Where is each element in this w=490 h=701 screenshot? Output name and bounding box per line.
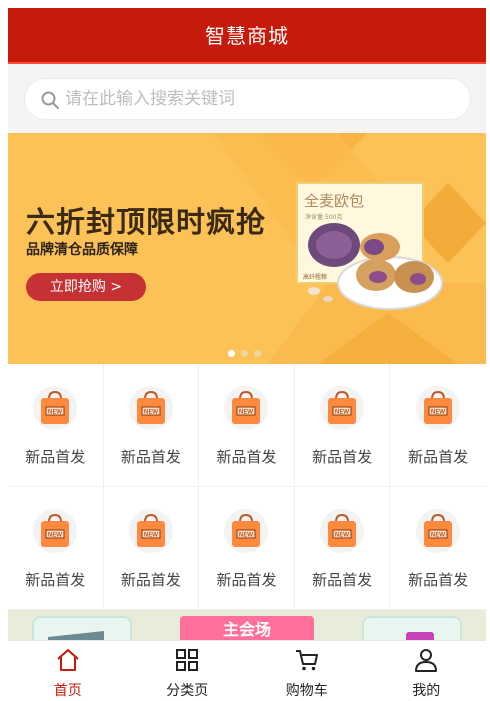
carousel-indicators <box>228 342 267 361</box>
category-label: 新品首发 <box>408 571 469 589</box>
home-icon <box>57 649 79 671</box>
bread-product-image <box>308 223 443 310</box>
new-badge: NEW <box>335 409 349 416</box>
new-badge: NEW <box>144 409 158 416</box>
search-icon <box>41 91 59 109</box>
app-frame: 智慧商城 六折封顶限时疯抢 品牌清仓品质保障 立即抢购 > 全麦欧包 净含量:5… <box>8 8 486 701</box>
search-input[interactable] <box>65 79 445 119</box>
category-item[interactable]: NEW 新品首发 <box>103 364 200 487</box>
promo-banner[interactable]: 六折封顶限时疯抢 品牌清仓品质保障 立即抢购 > 全麦欧包 净含量:500克 高… <box>8 133 486 364</box>
shopping-bag-icon: NEW <box>136 390 165 424</box>
banner-title: 六折封顶限时疯抢 <box>26 205 267 239</box>
new-badge: NEW <box>431 532 445 539</box>
bottom-tab-bar: 首页 分类页 购物车 我的 <box>8 640 486 701</box>
new-badge: NEW <box>48 409 62 416</box>
product-name: 全麦欧包 <box>304 192 365 210</box>
category-label: 新品首发 <box>216 571 277 589</box>
category-item[interactable]: NEW 新品首发 <box>8 487 104 610</box>
search-bar[interactable] <box>24 78 471 120</box>
category-item[interactable]: NEW 新品首发 <box>103 487 200 610</box>
cart-icon <box>295 650 318 671</box>
category-label: 新品首发 <box>120 571 181 589</box>
category-label: 新品首发 <box>408 448 469 466</box>
category-item[interactable]: NEW 新品首发 <box>390 364 486 487</box>
category-icon-bg: NEW <box>320 509 365 553</box>
category-icon-bg: NEW <box>416 386 461 430</box>
category-label: 新品首发 <box>312 571 373 589</box>
category-icon-bg: NEW <box>224 386 269 430</box>
shopping-bag-icon: NEW <box>328 390 357 424</box>
new-badge: NEW <box>239 409 253 416</box>
shopping-bag-icon: NEW <box>232 390 261 424</box>
shopping-bag-icon: NEW <box>136 513 165 547</box>
tab-cart[interactable]: 购物车 <box>247 641 367 701</box>
page-title: 智慧商城 <box>205 24 289 48</box>
tab-label: 分类页 <box>166 683 209 699</box>
shopping-bag-icon: NEW <box>41 513 70 547</box>
category-icon-bg: NEW <box>416 509 461 553</box>
category-label: 新品首发 <box>25 571 86 589</box>
category-icon-bg: NEW <box>224 509 269 553</box>
shopping-bag-icon: NEW <box>232 513 261 547</box>
new-badge: NEW <box>239 532 253 539</box>
category-label: 新品首发 <box>216 448 277 466</box>
grid-icon <box>176 649 199 671</box>
category-item[interactable]: NEW 新品首发 <box>8 364 104 487</box>
category-label: 新品首发 <box>312 448 373 466</box>
shopping-bag-icon: NEW <box>41 390 70 424</box>
search-area <box>8 66 486 133</box>
category-item[interactable]: NEW 新品首发 <box>199 487 295 610</box>
new-badge: NEW <box>48 532 62 539</box>
category-icon-bg: NEW <box>128 386 173 430</box>
app-header: 智慧商城 <box>8 8 486 64</box>
category-icon-bg: NEW <box>33 386 78 430</box>
category-label: 新品首发 <box>120 448 181 466</box>
category-label: 新品首发 <box>25 448 86 466</box>
tab-label: 首页 <box>53 683 82 699</box>
buy-now-button[interactable]: 立即抢购 > <box>26 273 146 301</box>
tab-label: 我的 <box>412 683 441 699</box>
tab-home[interactable]: 首页 <box>8 641 128 701</box>
tab-category[interactable]: 分类页 <box>128 641 248 701</box>
tab-label: 购物车 <box>285 683 328 699</box>
category-item[interactable]: NEW 新品首发 <box>294 364 391 487</box>
category-icon-bg: NEW <box>33 509 78 553</box>
shopping-bag-icon: NEW <box>424 513 453 547</box>
category-icon-bg: NEW <box>320 386 365 430</box>
shopping-bag-icon: NEW <box>424 390 453 424</box>
category-item[interactable]: NEW 新品首发 <box>294 487 391 610</box>
shopping-bag-icon: NEW <box>328 513 357 547</box>
tab-profile[interactable]: 我的 <box>367 641 487 701</box>
category-item[interactable]: NEW 新品首发 <box>199 364 295 487</box>
new-badge: NEW <box>335 532 349 539</box>
category-grid: NEW 新品首发 NEW 新品首发 NEW 新品首发 NEW 新品首发 NEW <box>8 364 486 610</box>
carousel-dot[interactable] <box>254 350 261 357</box>
new-badge: NEW <box>144 532 158 539</box>
carousel-dot[interactable] <box>228 350 235 357</box>
carousel-dot[interactable] <box>241 350 248 357</box>
category-icon-bg: NEW <box>128 509 173 553</box>
banner-subtitle: 品牌清仓品质保障 <box>26 242 138 258</box>
new-badge: NEW <box>431 409 445 416</box>
user-icon <box>415 649 438 672</box>
category-item[interactable]: NEW 新品首发 <box>390 487 486 610</box>
